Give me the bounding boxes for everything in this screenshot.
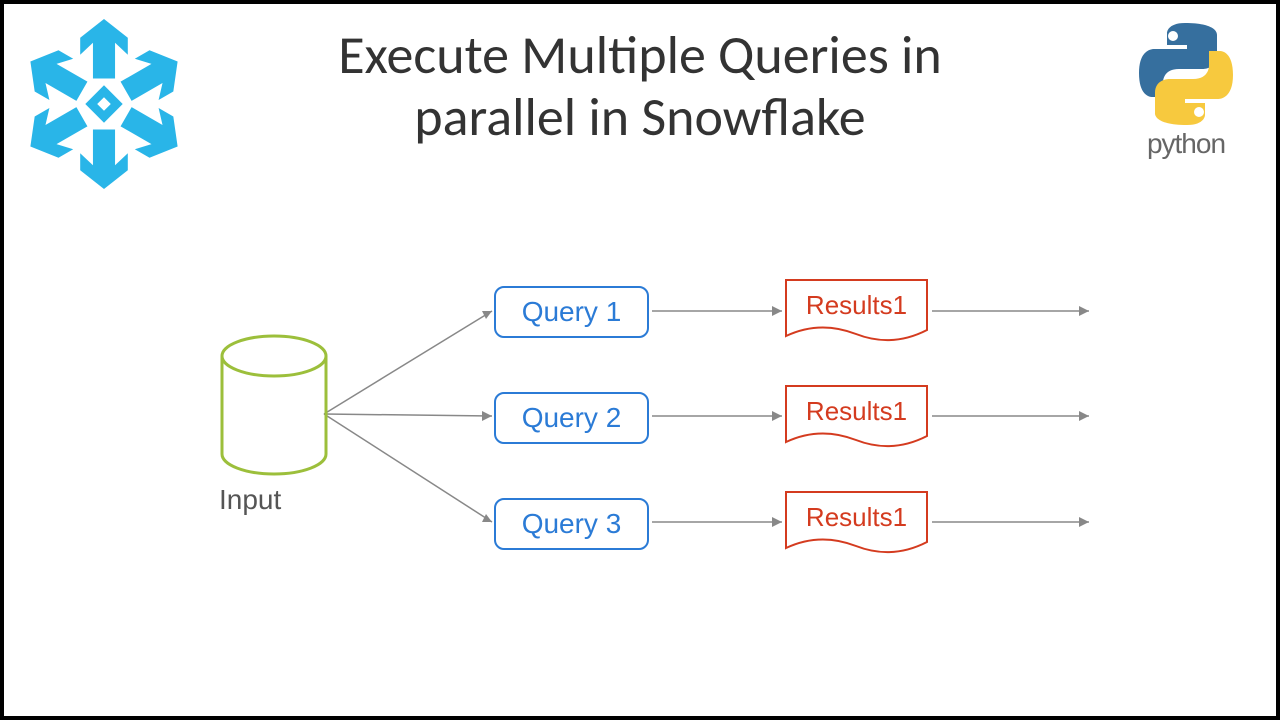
results-box-1: Results1 xyxy=(784,278,929,342)
page-title: Execute Multiple Queries in parallel in … xyxy=(240,24,1040,148)
python-label: python xyxy=(1131,128,1241,160)
query-box-3: Query 3 xyxy=(494,498,649,550)
input-label: Input xyxy=(219,484,281,516)
python-icon xyxy=(1131,19,1241,129)
diagram-container: Input Query 1 Query 2 Query 3 Results1 R… xyxy=(184,264,1124,684)
results-label-3: Results1 xyxy=(784,502,929,533)
python-logo: python xyxy=(1131,19,1241,160)
query-box-1: Query 1 xyxy=(494,286,649,338)
results-box-3: Results1 xyxy=(784,490,929,554)
title-line-2: parallel in Snowflake xyxy=(414,84,865,150)
results-label-1: Results1 xyxy=(784,290,929,321)
title-line-1: Execute Multiple Queries in xyxy=(338,22,942,88)
snowflake-logo-icon xyxy=(19,19,189,194)
input-database-icon xyxy=(214,334,334,489)
results-box-2: Results1 xyxy=(784,384,929,448)
query-box-2: Query 2 xyxy=(494,392,649,444)
results-label-2: Results1 xyxy=(784,396,929,427)
